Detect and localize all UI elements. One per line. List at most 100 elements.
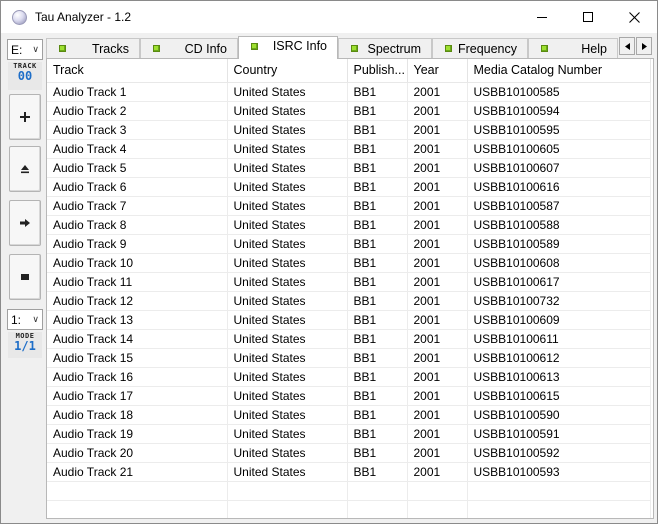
- table-row[interactable]: Audio Track 13 United States BB1 2001 USBB10…: [47, 310, 651, 330]
- status-led-icon: [541, 45, 548, 52]
- tab-cd-info[interactable]: CD Info: [140, 38, 238, 58]
- table-row[interactable]: Audio Track 20 United States BB1 2001 USBB10…: [47, 443, 651, 463]
- cell-year: 2001: [407, 443, 468, 463]
- add-button[interactable]: [9, 94, 41, 140]
- cell-mcn: USBB10100617: [467, 272, 651, 292]
- column-header-mcn[interactable]: Media Catalog Number: [467, 59, 651, 83]
- minimize-icon: [537, 16, 547, 18]
- title-bar[interactable]: Tau Analyzer - 1.2: [1, 1, 657, 33]
- speed-select[interactable]: 1: ∨: [7, 309, 43, 330]
- table-row[interactable]: Audio Track 12 United States BB1 2001 USBB10…: [47, 291, 651, 311]
- cell-year: 2001: [407, 196, 468, 216]
- table-row[interactable]: Audio Track 19 United States BB1 2001 USBB10…: [47, 424, 651, 444]
- stop-icon: [21, 274, 29, 280]
- tab-help[interactable]: Help: [528, 38, 618, 58]
- stop-button[interactable]: [9, 254, 41, 300]
- cell-mcn: USBB10100608: [467, 253, 651, 273]
- cell-country: United States: [227, 462, 348, 482]
- minimize-button[interactable]: [519, 1, 565, 33]
- cell-track: Audio Track 20: [47, 443, 228, 463]
- tab-scroll-right-button[interactable]: [636, 37, 652, 55]
- cell-year: 2001: [407, 348, 468, 368]
- table-row[interactable]: Audio Track 7 United States BB1 2001 USBB101…: [47, 196, 651, 216]
- cell-track: Audio Track 7: [47, 196, 228, 216]
- cell-publisher: BB1: [347, 253, 408, 273]
- cell-country: United States: [227, 234, 348, 254]
- table-row[interactable]: Audio Track 17 United States BB1 2001 USBB10…: [47, 386, 651, 406]
- cell-track: Audio Track 12: [47, 291, 228, 311]
- cell-mcn: USBB10100587: [467, 196, 651, 216]
- window-title: Tau Analyzer - 1.2: [35, 10, 132, 24]
- cell-track: Audio Track 1: [47, 82, 228, 102]
- cell-mcn: USBB10100591: [467, 424, 651, 444]
- table-row[interactable]: Audio Track 2 United States BB1 2001 USBB101…: [47, 101, 651, 121]
- cell-publisher: BB1: [347, 234, 408, 254]
- cell-mcn: USBB10100605: [467, 139, 651, 159]
- eject-button[interactable]: [9, 146, 41, 192]
- cell-country: United States: [227, 291, 348, 311]
- cell-country: United States: [227, 367, 348, 387]
- cell-country: United States: [227, 348, 348, 368]
- tab-help-label: Help: [581, 42, 607, 56]
- cell-year: 2001: [407, 139, 468, 159]
- table-row[interactable]: Audio Track 1 United States BB1 2001 USBB101…: [47, 82, 651, 102]
- column-header-publisher[interactable]: Publish...: [347, 59, 408, 83]
- drive-select[interactable]: E: ∨: [7, 39, 43, 60]
- tab-spectrum[interactable]: Spectrum: [338, 38, 432, 58]
- cell-publisher: BB1: [347, 82, 408, 102]
- status-led-icon: [59, 45, 66, 52]
- column-header-year[interactable]: Year: [407, 59, 468, 83]
- tab-cd-info-label: CD Info: [184, 42, 227, 56]
- cell-publisher: BB1: [347, 158, 408, 178]
- cell-track: Audio Track 3: [47, 120, 228, 140]
- table-row[interactable]: Audio Track 21 United States BB1 2001 USBB10…: [47, 462, 651, 482]
- table-row[interactable]: Audio Track 5 United States BB1 2001 USBB101…: [47, 158, 651, 178]
- tab-frequency[interactable]: Frequency: [432, 38, 528, 58]
- cell-year: 2001: [407, 120, 468, 140]
- empty-cell: [407, 481, 468, 501]
- table-row[interactable]: Audio Track 16 United States BB1 2001 USBB10…: [47, 367, 651, 387]
- status-led-icon: [251, 43, 258, 50]
- table-row[interactable]: Audio Track 15 United States BB1 2001 USBB10…: [47, 348, 651, 368]
- maximize-button[interactable]: [565, 1, 611, 33]
- app-window: Tau Analyzer - 1.2 E: ∨ TRACK 00 1: ∨ MO…: [0, 0, 658, 524]
- cell-publisher: BB1: [347, 120, 408, 140]
- table-row[interactable]: Audio Track 18 United States BB1 2001 USBB10…: [47, 405, 651, 425]
- table-row[interactable]: Audio Track 4 United States BB1 2001 USBB101…: [47, 139, 651, 159]
- column-header-track[interactable]: Track: [47, 59, 228, 83]
- tab-bar: Tracks CD Info ISRC Info Spectrum Freque…: [46, 36, 654, 59]
- table-row[interactable]: Audio Track 10 United States BB1 2001 USBB10…: [47, 253, 651, 273]
- cell-year: 2001: [407, 215, 468, 235]
- track-display-value: 00: [17, 69, 33, 83]
- cell-publisher: BB1: [347, 405, 408, 425]
- cell-year: 2001: [407, 272, 468, 292]
- cell-country: United States: [227, 215, 348, 235]
- column-header-country[interactable]: Country: [227, 59, 348, 83]
- cell-year: 2001: [407, 291, 468, 311]
- tab-scroll-left-button[interactable]: [619, 37, 635, 55]
- cell-year: 2001: [407, 329, 468, 349]
- tab-isrc-info[interactable]: ISRC Info: [238, 36, 338, 59]
- table-row[interactable]: Audio Track 8 United States BB1 2001 USBB101…: [47, 215, 651, 235]
- tab-tracks[interactable]: Tracks: [46, 38, 140, 58]
- table-row[interactable]: Audio Track 3 United States BB1 2001 USBB101…: [47, 120, 651, 140]
- cell-publisher: BB1: [347, 272, 408, 292]
- cell-year: 2001: [407, 158, 468, 178]
- table-row[interactable]: Audio Track 11 United States BB1 2001 USBB10…: [47, 272, 651, 292]
- empty-cell: [227, 500, 348, 518]
- cell-year: 2001: [407, 405, 468, 425]
- next-button[interactable]: [9, 200, 41, 246]
- eject-icon: [21, 165, 29, 174]
- app-icon: [12, 10, 27, 25]
- close-button[interactable]: [611, 1, 657, 33]
- table-row[interactable]: Audio Track 14 United States BB1 2001 USBB10…: [47, 329, 651, 349]
- table-row[interactable]: Audio Track 6 United States BB1 2001 USBB101…: [47, 177, 651, 197]
- cell-track: Audio Track 6: [47, 177, 228, 197]
- empty-row: [47, 500, 651, 518]
- cell-country: United States: [227, 329, 348, 349]
- cell-publisher: BB1: [347, 386, 408, 406]
- cell-mcn: USBB10100613: [467, 367, 651, 387]
- drive-select-value: E:: [11, 42, 23, 57]
- table-row[interactable]: Audio Track 9 United States BB1 2001 USBB101…: [47, 234, 651, 254]
- maximize-icon: [583, 12, 593, 22]
